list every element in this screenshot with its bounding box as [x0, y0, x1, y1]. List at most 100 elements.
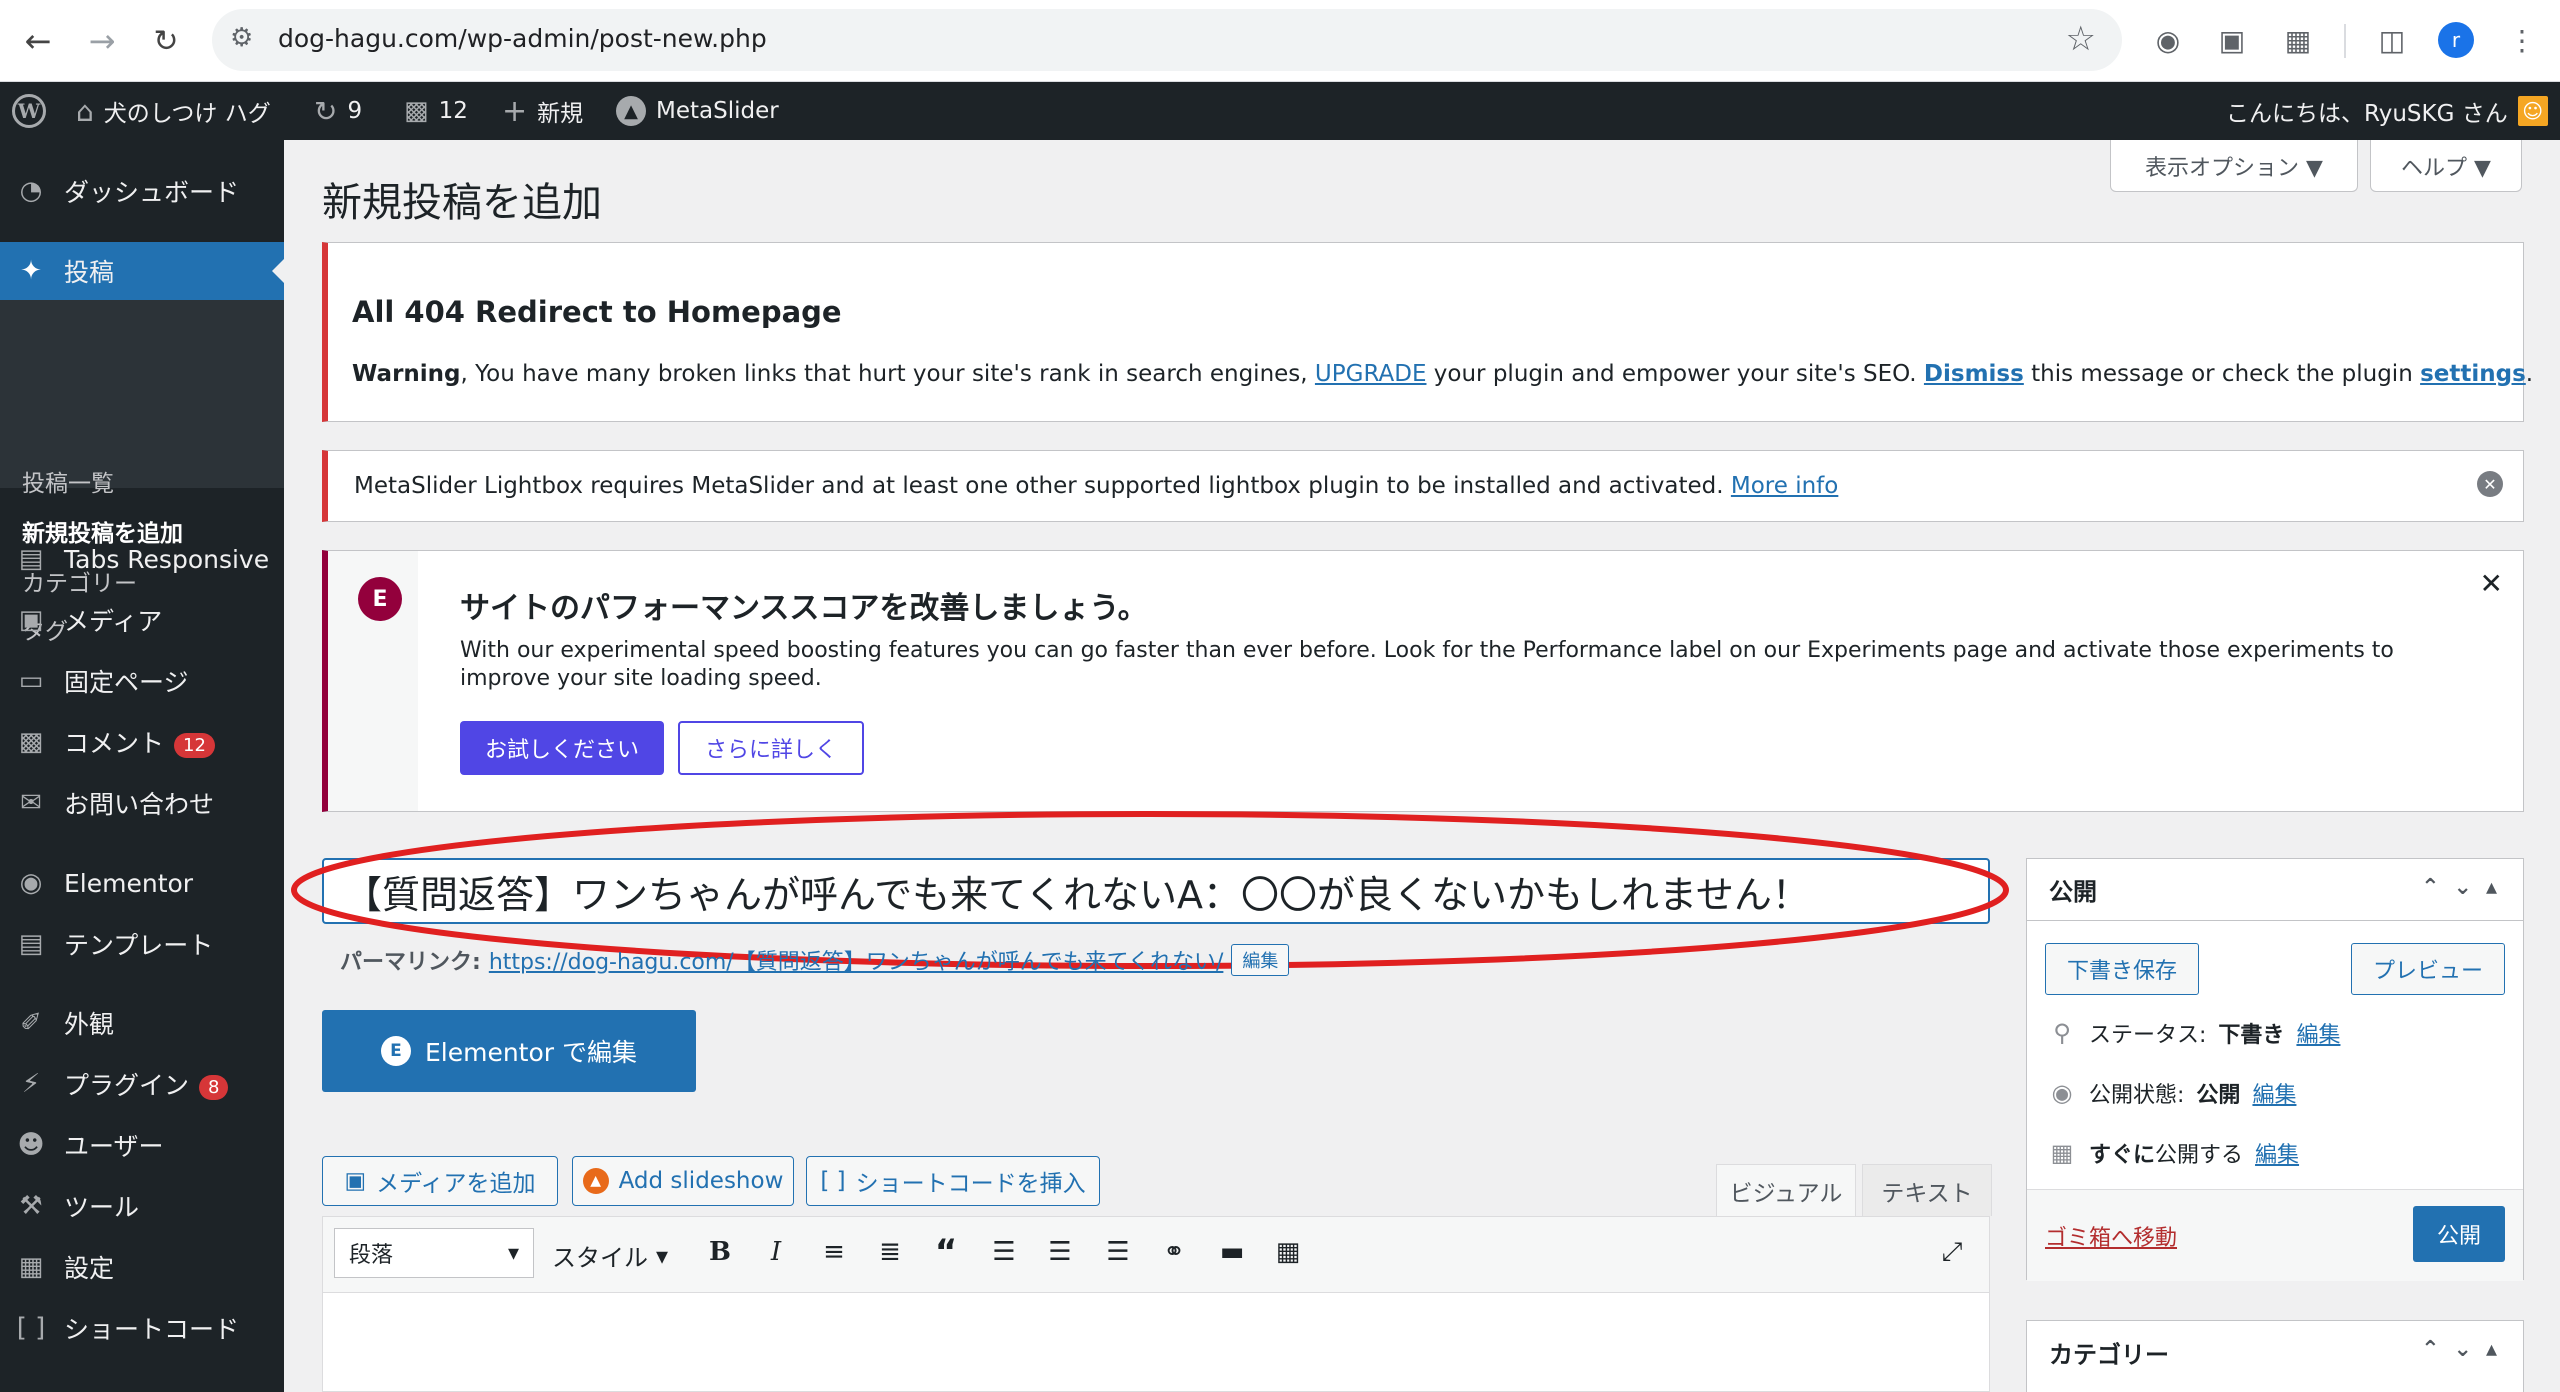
menu-dashboard[interactable]: ◔ ダッシュボード	[0, 162, 284, 220]
read-more-icon[interactable]: ▬	[1212, 1232, 1252, 1272]
menu-users[interactable]: ☻ ユーザー	[0, 1116, 284, 1174]
settings-icon: ▦	[18, 1252, 44, 1282]
menu-elementor[interactable]: ◉ Elementor	[0, 854, 284, 912]
dropdown-arrow-icon: ▾	[507, 1240, 519, 1266]
bold-icon[interactable]: B	[700, 1232, 740, 1272]
add-slideshow-button[interactable]: ▲ Add slideshow	[572, 1156, 794, 1206]
fullscreen-icon[interactable]: ⤢	[1932, 1232, 1972, 1272]
menu-settings[interactable]: ▦ 設定	[0, 1238, 284, 1296]
align-left-icon[interactable]: ☰	[984, 1232, 1024, 1272]
brackets-icon: [ ]	[16, 1313, 46, 1343]
try-button[interactable]: お試しください	[460, 721, 664, 775]
format-select[interactable]: 段落 ▾	[334, 1228, 534, 1278]
dismiss-notice-icon[interactable]: ✕	[2477, 471, 2503, 497]
menu-comments[interactable]: ▩ コメント 12	[0, 713, 284, 771]
permalink-link[interactable]: https://dog-hagu.com/【質問返答】ワンちゃんが呼んでも来てく…	[489, 944, 1224, 976]
wordpress-logo-icon[interactable]: W	[12, 82, 46, 140]
brackets-icon: [ ]	[820, 1168, 846, 1194]
publish-button[interactable]: 公開	[2413, 1206, 2505, 1262]
menu-tools[interactable]: ⚒ ツール	[0, 1177, 284, 1235]
page-icon: ▭	[18, 666, 44, 696]
metaslider-label: MetaSlider	[656, 98, 779, 124]
menu-tabs-responsive[interactable]: ▤ Tabs Responsive	[0, 530, 284, 588]
style-select[interactable]: スタイル ▾	[552, 1238, 668, 1273]
menu-plugins[interactable]: ⚡ プラグイン 8	[0, 1055, 284, 1113]
forward-icon[interactable]: →	[78, 17, 126, 65]
align-right-icon[interactable]: ☰	[1098, 1232, 1138, 1272]
learn-more-button[interactable]: さらに詳しく	[678, 721, 864, 775]
menu-label: ダッシュボード	[64, 178, 240, 207]
browser-toolbar: ← → ↻ ⚙ dog-hagu.com/wp-admin/post-new.p…	[0, 0, 2560, 82]
box-controls-icon[interactable]: ⌃⌄▴	[2421, 1337, 2511, 1362]
side-panel-icon[interactable]: ◫	[2372, 20, 2412, 60]
save-draft-button[interactable]: 下書き保存	[2045, 943, 2199, 995]
reload-icon[interactable]: ↻	[142, 17, 190, 65]
browser-menu-icon[interactable]: ⋮	[2502, 20, 2542, 60]
tab-visual[interactable]: ビジュアル	[1716, 1164, 1856, 1216]
upgrade-link[interactable]: UPGRADE	[1315, 361, 1427, 387]
menu-shortcode[interactable]: [ ] ショートコード	[0, 1299, 284, 1357]
admin-bar-metaslider[interactable]: ▲ MetaSlider	[616, 82, 779, 140]
settings-link[interactable]: settings	[2420, 361, 2526, 387]
numbered-list-icon[interactable]: ≣	[870, 1232, 910, 1272]
move-to-trash-link[interactable]: ゴミ箱へ移動	[2045, 1220, 2177, 1252]
close-icon[interactable]: ✕	[2480, 567, 2503, 600]
greeting-text: こんにちは、RyuSKG さん	[2226, 101, 2508, 127]
menu-label: 投稿	[64, 258, 115, 287]
preview-button[interactable]: プレビュー	[2351, 943, 2505, 995]
link-icon[interactable]: ⚭	[1154, 1232, 1194, 1272]
italic-icon[interactable]: I	[756, 1232, 796, 1272]
menu-appearance[interactable]: ✐ 外観	[0, 994, 284, 1052]
menu-label: お問い合わせ	[64, 790, 215, 819]
add-media-button[interactable]: ▣ メディアを追加	[322, 1156, 558, 1206]
menu-posts[interactable]: ✦ 投稿	[0, 242, 284, 300]
menu-label-text: プラグイン	[64, 1071, 190, 1100]
new-label: 新規	[537, 101, 584, 127]
admin-bar-new[interactable]: + 新規	[502, 82, 583, 140]
screen-options-button[interactable]: 表示オプション ▼	[2110, 140, 2358, 192]
edit-schedule-link[interactable]: 編集	[2255, 1137, 2299, 1169]
help-button[interactable]: ヘルプ ▼	[2370, 140, 2522, 192]
permalink-edit-button[interactable]: 編集	[1231, 944, 1290, 976]
blockquote-icon[interactable]: “	[926, 1232, 966, 1272]
menu-media[interactable]: ▣ メディア	[0, 591, 284, 649]
notice-elementor-performance: E サイトのパフォーマンススコアを改善しましょう。 With our exper…	[322, 550, 2524, 812]
admin-bar-site[interactable]: ⌂ 犬のしつけ ハグ	[76, 82, 271, 140]
button-label: ショートコードを挿入	[855, 1171, 1086, 1197]
publish-box: 公開 ⌃⌄▴ 下書き保存 プレビュー ⚲ ステータス: 下書き 編集 ◉ 公開状…	[2026, 858, 2524, 1281]
admin-bar-comments[interactable]: ▩ 12	[404, 82, 468, 140]
site-info-icon[interactable]: ⚙	[230, 23, 253, 53]
menu-label: Elementor	[64, 868, 194, 898]
menu-contact[interactable]: ✉ お問い合わせ	[0, 774, 284, 832]
address-bar[interactable]: ⚙ dog-hagu.com/wp-admin/post-new.php ☆	[212, 9, 2122, 71]
toolbar-toggle-icon[interactable]: ▦	[1268, 1232, 1308, 1272]
edit-visibility-link[interactable]: 編集	[2252, 1077, 2296, 1109]
dismiss-link[interactable]: Dismiss	[1924, 361, 2024, 387]
notice-text: MetaSlider Lightbox requires MetaSlider …	[354, 473, 1731, 499]
admin-bar-account[interactable]: こんにちは、RyuSKG さん ☺	[2226, 82, 2548, 140]
box-controls-icon[interactable]: ⌃⌄▴	[2421, 875, 2511, 900]
camera-icon[interactable]: ◉	[2148, 20, 2188, 60]
menu-label: コメント 12	[64, 724, 215, 760]
tab-text[interactable]: テキスト	[1862, 1164, 1992, 1216]
menu-templates[interactable]: ▤ テンプレート	[0, 915, 284, 973]
edit-status-link[interactable]: 編集	[2296, 1017, 2340, 1049]
insert-shortcode-button[interactable]: [ ] ショートコードを挿入	[806, 1156, 1100, 1206]
edit-with-elementor-button[interactable]: E Elementor で編集	[322, 1010, 696, 1092]
more-info-link[interactable]: More info	[1731, 473, 1838, 499]
elementor-icon: ◉	[19, 868, 43, 898]
bookmark-star-icon[interactable]: ☆	[2066, 19, 2096, 59]
status-value: 下書き	[2218, 1023, 2285, 1048]
submenu-all-posts[interactable]: 投稿一覧	[22, 464, 114, 498]
menu-pages[interactable]: ▭ 固定ページ	[0, 652, 284, 710]
notice-body: Warning, You have many broken links that…	[352, 361, 2533, 387]
bullet-list-icon[interactable]: ≡	[814, 1232, 854, 1272]
extensions-icon[interactable]: ▦	[2278, 20, 2318, 60]
schedule-row: ▦ すぐに公開する 編集	[2047, 1137, 2299, 1169]
align-center-icon[interactable]: ☰	[1040, 1232, 1080, 1272]
back-icon[interactable]: ←	[14, 17, 62, 65]
admin-bar-updates[interactable]: ↻ 9	[314, 82, 362, 140]
profile-avatar[interactable]: r	[2438, 22, 2474, 58]
image-icon[interactable]: ▣	[2212, 20, 2252, 60]
notice-body: MetaSlider Lightbox requires MetaSlider …	[354, 473, 1838, 499]
